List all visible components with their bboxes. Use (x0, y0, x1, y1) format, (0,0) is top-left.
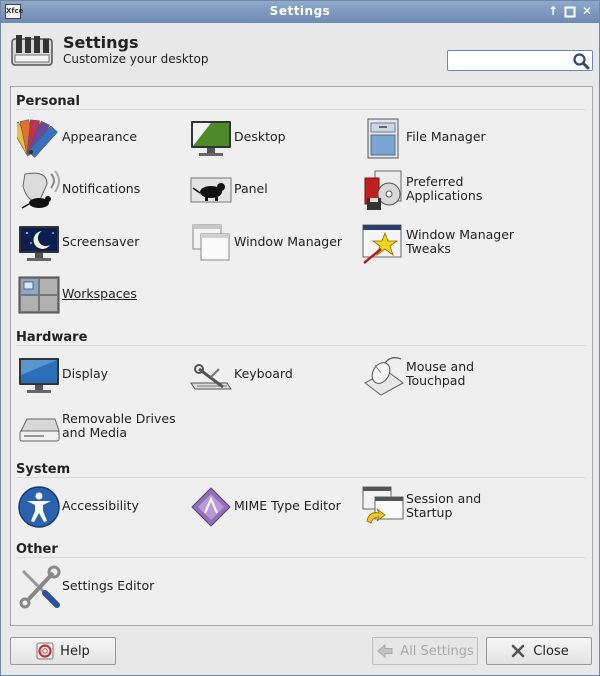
help-button[interactable]: Help (10, 637, 116, 665)
window-title: Settings (269, 4, 331, 18)
settings-window: Xfce Settings ↑ ✕ Settings Customize you… (0, 0, 600, 676)
file-cabinet-icon (367, 118, 399, 159)
settings-item-label: Accessibility (62, 498, 139, 513)
mime-type-icon (191, 487, 231, 527)
settings-item-settings-editor[interactable]: Settings Editor (17, 563, 189, 609)
title-bar[interactable]: Xfce Settings ↑ ✕ (1, 1, 599, 23)
settings-item-label: Panel (234, 181, 268, 196)
settings-item-label: File Manager (406, 129, 486, 144)
display-monitor-icon (19, 358, 59, 393)
divider (16, 109, 586, 110)
preferred-apps-icon (364, 170, 402, 210)
settings-item-removable-drives[interactable]: Removable Drives and Media (17, 403, 189, 449)
settings-item-label: Window Manager Tweaks (406, 227, 515, 256)
back-arrow-icon (377, 643, 393, 659)
header-subtitle: Customize your desktop (63, 52, 209, 66)
search-box[interactable] (447, 50, 593, 71)
settings-item-keyboard[interactable]: Keyboard (189, 351, 361, 397)
header-title: Settings (63, 33, 139, 52)
close-button[interactable]: Close (486, 637, 592, 665)
section-title-hardware: Hardware (16, 330, 88, 345)
maximize-icon[interactable] (562, 3, 578, 20)
notification-mouse-icon (21, 170, 60, 209)
settings-item-window-manager[interactable]: Window Manager (189, 219, 361, 265)
settings-item-screensaver[interactable]: Screensaver (17, 219, 189, 265)
screwdriver-wrench-icon (19, 565, 61, 609)
settings-item-mouse-and-touchpad[interactable]: Mouse and Touchpad (361, 351, 533, 397)
help-button-label: Help (60, 643, 90, 659)
section-title-other: Other (16, 542, 58, 557)
search-icon[interactable] (572, 52, 590, 70)
settings-item-label: Window Manager (234, 234, 343, 249)
settings-item-label: Removable Drives and Media (62, 411, 176, 440)
settings-item-label: Screensaver (62, 234, 140, 249)
settings-item-notifications[interactable]: Notifications (17, 166, 189, 212)
settings-item-label: Notifications (62, 181, 141, 196)
settings-item-label: Desktop (234, 129, 286, 144)
settings-item-panel[interactable]: Panel (189, 166, 361, 212)
settings-item-label: Mouse and Touchpad (406, 359, 475, 388)
all-settings-button-label: All Settings (400, 643, 474, 659)
session-startup-icon (362, 486, 404, 524)
workspaces-grid-icon (18, 276, 60, 314)
close-window-icon[interactable]: ✕ (579, 3, 595, 20)
settings-item-file-manager[interactable]: File Manager (361, 114, 533, 160)
divider (16, 345, 586, 346)
settings-item-desktop[interactable]: Desktop (189, 114, 361, 160)
settings-item-accessibility[interactable]: Accessibility (17, 483, 189, 529)
palette-icon (17, 119, 58, 158)
settings-item-display[interactable]: Display (17, 351, 189, 397)
settings-header-icon (11, 35, 53, 66)
mouse-touchpad-icon (364, 357, 404, 396)
settings-item-workspaces[interactable]: Workspaces (17, 271, 189, 317)
help-icon (36, 642, 54, 660)
keep-above-icon[interactable]: ↑ (545, 3, 561, 20)
settings-item-label: Keyboard (234, 366, 293, 381)
section-title-personal: Personal (16, 94, 80, 109)
settings-item-label: Appearance (62, 129, 138, 144)
settings-item-session-and-startup[interactable]: Session and Startup (361, 483, 533, 529)
settings-item-label: Preferred Applications (406, 174, 483, 203)
screensaver-moon-icon (19, 226, 59, 261)
all-settings-button[interactable]: All Settings (372, 637, 478, 665)
panel-mouse-icon (190, 177, 232, 203)
close-icon (511, 644, 525, 658)
search-input[interactable] (451, 53, 571, 68)
settings-item-preferred-applications[interactable]: Preferred Applications (361, 166, 533, 212)
window-stack-icon (192, 224, 230, 261)
close-button-label: Close (533, 643, 569, 659)
settings-item-appearance[interactable]: Appearance (17, 114, 189, 160)
settings-item-label: Display (62, 366, 109, 381)
settings-item-mime-type-editor[interactable]: MIME Type Editor (189, 483, 361, 529)
accessibility-person-icon (18, 486, 60, 528)
section-title-system: System (16, 462, 71, 477)
removable-drive-icon (19, 418, 60, 442)
settings-item-label: MIME Type Editor (234, 498, 341, 513)
divider (16, 557, 586, 558)
settings-item-label: Session and Startup (406, 491, 482, 520)
keyboard-wrench-icon (190, 364, 232, 390)
divider (16, 477, 586, 478)
window-star-wand-icon (362, 224, 402, 264)
settings-panel: Personal Appearance Desktop File Manager… (10, 86, 593, 626)
settings-item-label: Settings Editor (62, 578, 155, 593)
settings-item-window-manager-tweaks[interactable]: Window Manager Tweaks (361, 219, 533, 265)
desktop-monitor-icon (191, 121, 231, 156)
settings-item-label: Workspaces (62, 286, 137, 301)
